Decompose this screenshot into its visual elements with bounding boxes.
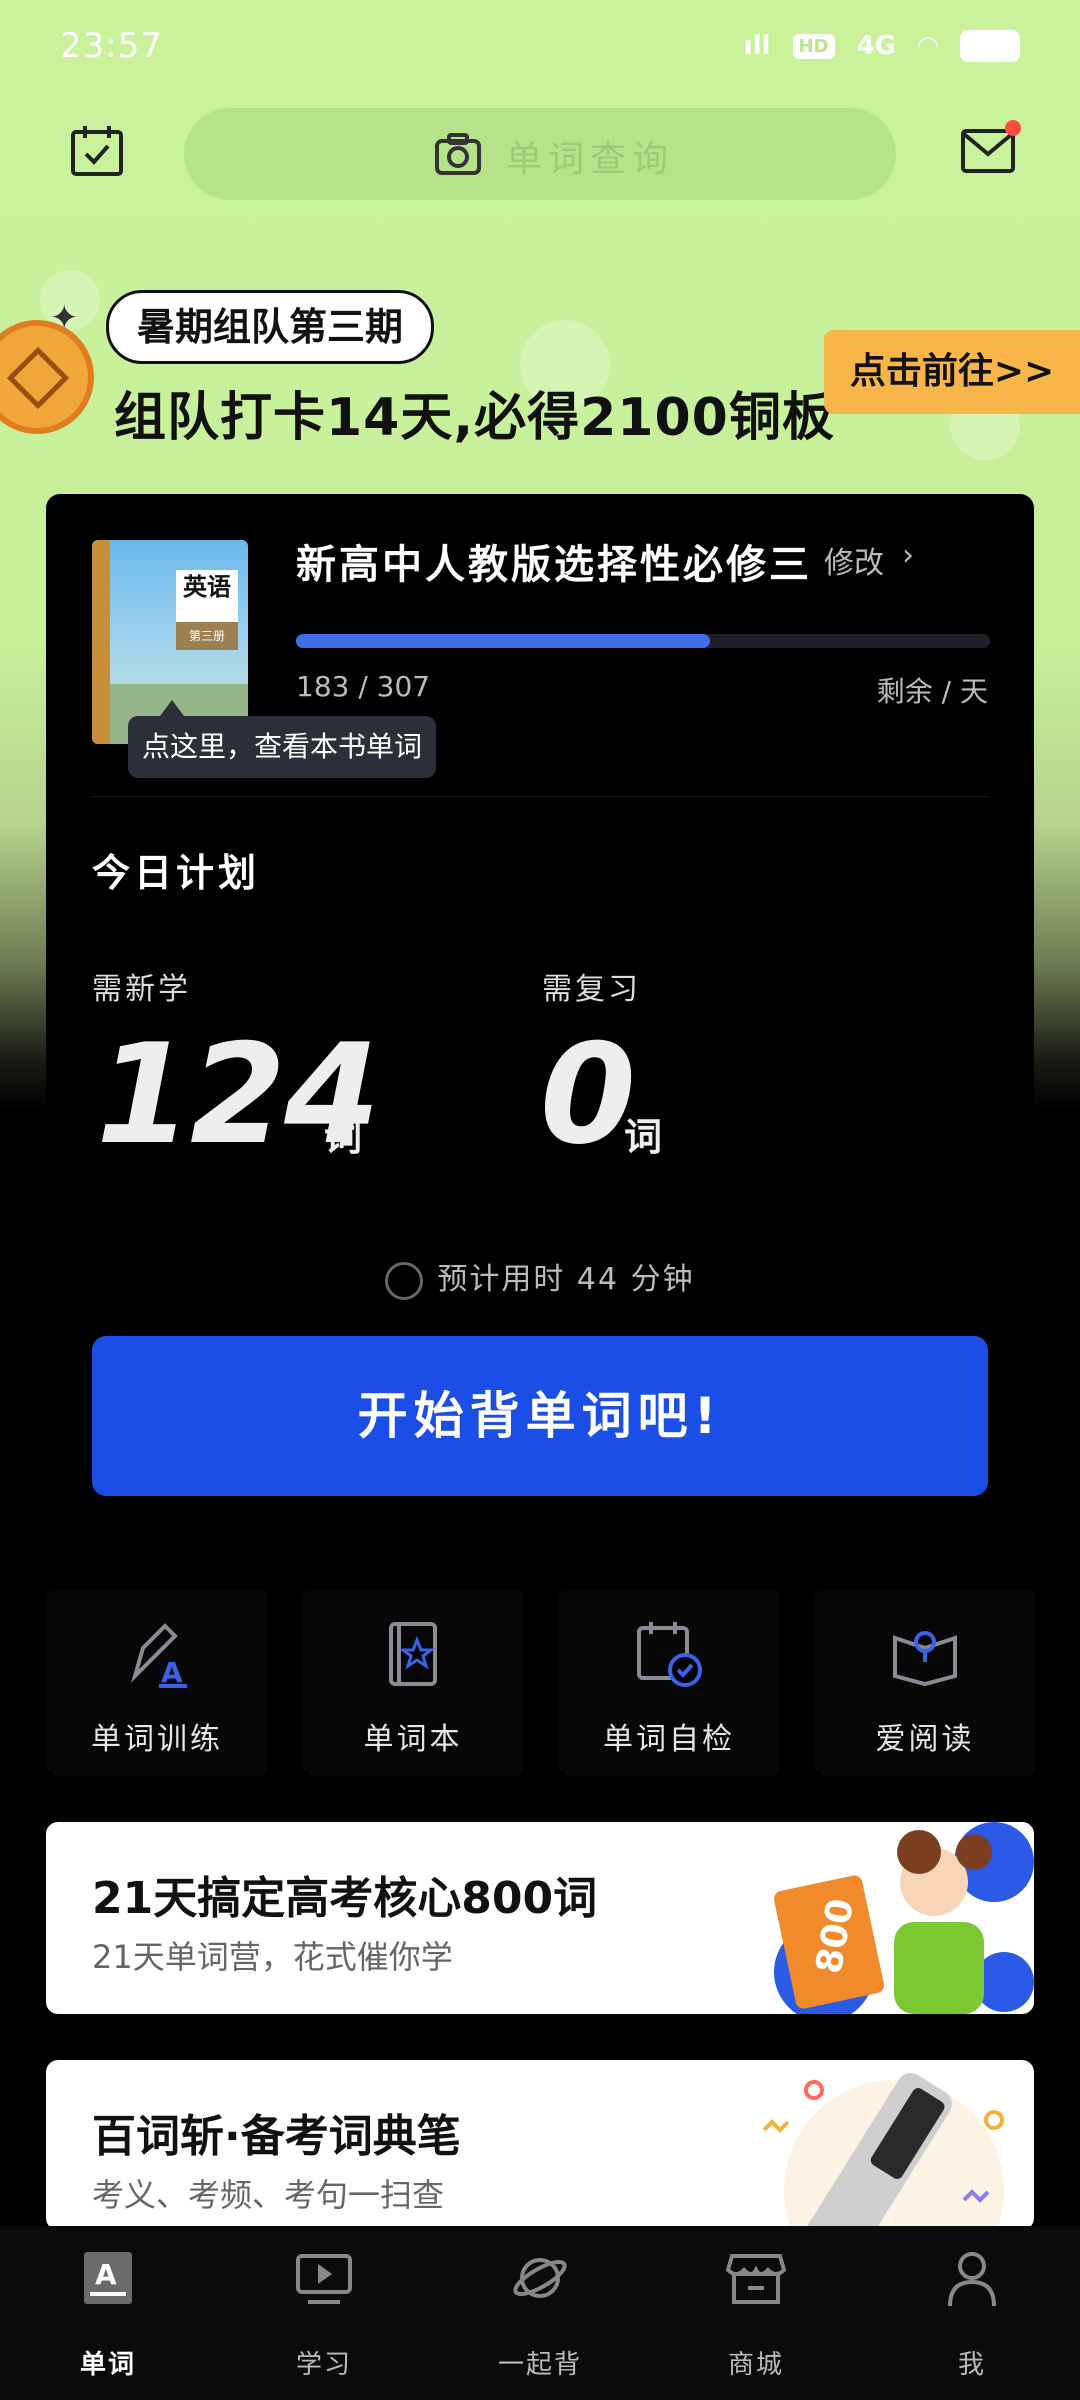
tools-grid: A 单词训练 单词本 单词自检 爱阅读 [46, 1590, 1036, 1776]
estimated-time: 预计用时 44 分钟 [46, 1254, 1034, 1300]
nav-tab-me[interactable]: 我 [892, 2226, 1052, 2400]
book-cover-title: 英语 [176, 570, 238, 630]
tool-label: 爱阅读 [875, 1722, 975, 1757]
chevron-right-icon[interactable]: › [902, 538, 914, 573]
promo-go-button[interactable]: 点击前往>> [824, 330, 1080, 414]
nav-label: 一起背 [497, 2350, 582, 2380]
play-screen-icon [296, 2254, 352, 2304]
promo-tag: 暑期组队第三期 [106, 290, 435, 364]
pen-icon: A [130, 1623, 187, 1689]
review-words-unit: 词 [624, 1115, 663, 1159]
bottom-navigation: A 单词 学习 一起背 商城 我 [0, 2226, 1080, 2400]
hd-badge: HD [792, 33, 835, 59]
modify-book-link[interactable]: 修改 [824, 538, 884, 582]
nav-tab-store[interactable]: 商城 [676, 2226, 836, 2400]
card-title: 21天搞定高考核心800词 [92, 1873, 598, 1924]
new-words-label: 需新学 [92, 972, 191, 1007]
tool-label: 单词本 [363, 1722, 463, 1757]
core-800-words-card[interactable]: 21天搞定高考核心800词 21天单词营，花式催你学 800 [46, 1822, 1034, 2014]
remaining-days: 剩余 / 天 [876, 675, 988, 708]
camera-icon[interactable] [434, 132, 482, 176]
svg-text:A: A [95, 2258, 117, 2291]
dictionary-pen-illustration [762, 2073, 1004, 2230]
nav-tab-words[interactable]: A 单词 [28, 2226, 188, 2400]
calendar-check-icon [637, 1622, 702, 1687]
book-name[interactable]: 新高中人教版选择性必修三 [296, 532, 812, 590]
clock-icon [385, 1261, 424, 1300]
search-bar[interactable]: 单词查询 [184, 108, 896, 200]
promo-headline: 组队打卡14天,必得2100铜板 [114, 388, 835, 448]
word-a-icon: A [84, 2252, 132, 2304]
study-plan-card: 英语 第三册 点这里，查看本书单词 新高中人教版选择性必修三 修改 › 183 … [46, 494, 1034, 1540]
promo-banner[interactable]: ✦ 暑期组队第三期 组队打卡14天,必得2100铜板 点击前往>> [0, 270, 1080, 470]
search-placeholder: 单词查询 [506, 139, 675, 180]
wifi-icon: ◠ [918, 31, 938, 61]
tool-word-training[interactable]: A 单词训练 [46, 1590, 268, 1776]
book-spine [92, 540, 110, 744]
review-words-count: 0 [540, 1014, 636, 1175]
card-title: 百词斩·备考词典笔 [92, 2111, 461, 2162]
planet-icon [513, 2258, 567, 2298]
mail-icon[interactable] [960, 128, 1016, 174]
nav-label: 单词 [79, 2350, 136, 2380]
network-4g-label: 4G [856, 31, 896, 61]
today-plan-title: 今日计划 [92, 851, 261, 895]
new-words-unit: 词 [324, 1115, 363, 1159]
person-icon [948, 2252, 996, 2307]
tool-label: 单词自检 [603, 1722, 735, 1757]
nav-tab-study[interactable]: 学习 [244, 2226, 404, 2400]
card-subtitle: 21天单词营，花式催你学 [92, 1938, 453, 1976]
calendar-check-icon[interactable] [70, 124, 124, 178]
coin-icon [0, 320, 94, 434]
notification-dot [1005, 120, 1021, 136]
status-icons: ıll HD 4G ◠ [744, 30, 1020, 62]
status-bar: 23:57 ıll HD 4G ◠ [0, 0, 1080, 100]
estimated-time-text: 预计用时 44 分钟 [437, 1262, 695, 1297]
dictionary-pen-card[interactable]: 百词斩·备考词典笔 考义、考频、考句一扫查 [46, 2060, 1034, 2230]
book-progress-count: 183 / 307 [296, 670, 431, 703]
review-words-label: 需复习 [542, 972, 641, 1007]
nav-label: 我 [957, 2350, 986, 2380]
nav-label: 商城 [727, 2350, 784, 2380]
student-with-book-illustration: 800 [744, 1822, 1034, 2014]
tool-self-check[interactable]: 单词自检 [558, 1590, 780, 1776]
tool-label: 单词训练 [91, 1722, 223, 1757]
nav-tab-together[interactable]: 一起背 [460, 2226, 620, 2400]
top-bar: 单词查询 [0, 108, 1080, 208]
sparkle-icon: ✦ [50, 298, 79, 338]
tool-word-book[interactable]: 单词本 [302, 1590, 524, 1776]
nav-label: 学习 [295, 2350, 352, 2380]
start-learning-button[interactable]: 开始背单词吧! [92, 1336, 988, 1496]
book-cover-volume: 第三册 [176, 622, 238, 650]
star-book-icon [389, 1622, 437, 1686]
cell-signal-icon: ıll [743, 31, 771, 61]
card-subtitle: 考义、考频、考句一扫查 [92, 2176, 445, 2214]
open-book-icon [893, 1631, 957, 1687]
status-time: 23:57 [60, 26, 163, 66]
store-icon [726, 2254, 786, 2304]
tool-reading[interactable]: 爱阅读 [814, 1590, 1036, 1776]
divider [92, 796, 988, 797]
book-progress-bar [296, 634, 990, 648]
book-progress-fill [296, 634, 710, 648]
battery-icon [960, 30, 1020, 62]
book-tooltip[interactable]: 点这里，查看本书单词 [128, 700, 437, 778]
